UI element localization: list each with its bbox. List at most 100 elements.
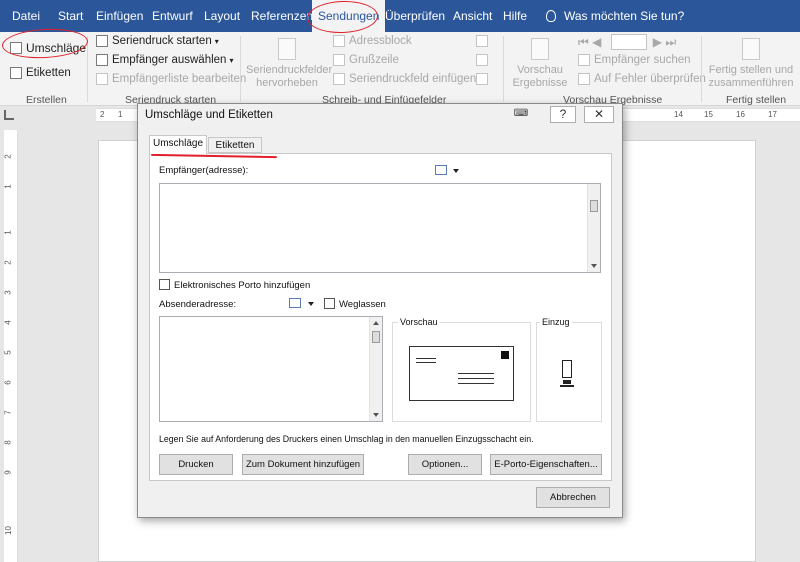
update-labels-button[interactable]	[476, 73, 492, 85]
ribbon: Umschläge Etiketten Erstellen Seriendruc…	[0, 32, 800, 106]
tab-etiketten[interactable]: Etiketten	[208, 137, 262, 153]
chevron-down-icon: ▾	[229, 55, 234, 65]
ruler-number: 15	[704, 110, 713, 119]
scrollbar[interactable]	[587, 184, 600, 272]
fehler-pruefen-button[interactable]: Auf Fehler überprüfen	[578, 73, 706, 85]
labels-icon	[10, 67, 22, 79]
ruler-number: 14	[674, 110, 683, 119]
optionen-button[interactable]: Optionen...	[408, 454, 482, 475]
address-block-icon	[333, 35, 345, 47]
feed-method-icon[interactable]	[560, 360, 574, 388]
scroll-thumb[interactable]	[590, 200, 598, 212]
empfaengerliste-bearbeiten-button[interactable]: Empfängerliste bearbeiten	[96, 73, 246, 85]
chevron-down-icon[interactable]	[308, 302, 314, 306]
tab-entwurf[interactable]: Entwurf	[152, 0, 193, 32]
match-fields-button[interactable]	[476, 54, 492, 66]
insert-field-icon	[333, 73, 345, 85]
empfaenger-input[interactable]	[159, 183, 601, 273]
tab-layout[interactable]: Layout	[204, 0, 240, 32]
umschlaege-etiketten-dialog: Umschläge und Etiketten ⌨ ? ✕ Umschläge …	[137, 103, 623, 518]
hervorheben-label-2: hervorheben	[256, 77, 318, 89]
fertig-stellen-button[interactable]: Fertig stellen und zusammenführen	[705, 36, 797, 90]
scroll-thumb[interactable]	[372, 331, 380, 343]
ruler-number: 2	[100, 110, 105, 119]
tell-me-text: Was möchten Sie tun?	[564, 9, 685, 23]
porto-checkbox[interactable]	[159, 279, 170, 290]
weglassen-checkbox[interactable]	[324, 298, 335, 309]
weglassen-label: Weglassen	[339, 299, 386, 310]
address-book-icon[interactable]	[435, 165, 447, 175]
tell-me-search[interactable]: Was möchten Sie tun?	[546, 0, 684, 32]
ruler-number: 1	[3, 184, 13, 189]
ruler-number: 2	[3, 260, 13, 265]
keyboard-icon[interactable]: ⌨	[510, 106, 532, 123]
close-button[interactable]: ✕	[584, 106, 614, 123]
envelope-preview[interactable]	[409, 346, 514, 401]
empfaenger-auswaehlen-button[interactable]: Empfänger auswählen ▾	[96, 54, 233, 66]
scroll-up-icon[interactable]	[373, 321, 379, 325]
vertical-ruler[interactable]: 2 1 1 2 3 4 5 6 7 8 9 10	[4, 130, 18, 562]
dialog-title: Umschläge und Etiketten	[145, 109, 273, 121]
next-record-icon[interactable]: ▶	[653, 35, 662, 49]
tab-hilfe[interactable]: Hilfe	[503, 0, 527, 32]
grusszeile-button[interactable]: Grußzeile	[333, 54, 399, 66]
prev-record-icon[interactable]: ◀	[592, 35, 601, 49]
match-fields-icon	[476, 54, 488, 66]
absender-input[interactable]	[159, 316, 383, 422]
ruler-number: 16	[736, 110, 745, 119]
rules-button[interactable]	[476, 35, 492, 47]
feed-arrow-icon	[563, 380, 571, 384]
sender-line	[416, 358, 436, 359]
vorschau-ergebnisse-button[interactable]: Vorschau Ergebnisse	[510, 36, 570, 90]
empfaenger-suchen-label: Empfänger suchen	[594, 54, 691, 66]
ruler-number: 6	[3, 380, 13, 385]
scroll-down-icon[interactable]	[373, 413, 379, 417]
tab-ansicht[interactable]: Ansicht	[453, 0, 492, 32]
tab-umschlaege[interactable]: Umschläge	[149, 135, 207, 154]
etiketten-label: Etiketten	[26, 67, 71, 79]
seriendruckfeld-einfuegen-button[interactable]: Seriendruckfeld einfügen▾	[333, 73, 483, 85]
ruler-number: 3	[3, 290, 13, 295]
feed-envelope-icon	[562, 360, 572, 378]
address-book-icon[interactable]	[289, 298, 301, 308]
help-button[interactable]: ?	[550, 106, 576, 123]
adressblock-label: Adressblock	[349, 35, 412, 47]
grusszeile-label: Grußzeile	[349, 54, 399, 66]
group-label-fertig: Fertig stellen	[726, 94, 787, 106]
adressblock-button[interactable]: Adressblock	[333, 35, 412, 47]
tab-datei[interactable]: Datei	[12, 0, 40, 32]
seriendruck-starten-label: Seriendruck starten	[112, 35, 212, 47]
tab-einfuegen[interactable]: Einfügen	[96, 0, 143, 32]
einzug-label: Einzug	[540, 317, 572, 327]
absender-label: Absenderadresse:	[159, 299, 237, 310]
tab-start[interactable]: Start	[58, 0, 83, 32]
zum-dokument-button[interactable]: Zum Dokument hinzufügen	[242, 454, 364, 475]
seriendruck-starten-button[interactable]: Seriendruck starten ▾	[96, 35, 219, 47]
feed-tray-icon	[560, 385, 574, 387]
fertig-label-1: Fertig stellen und	[708, 64, 794, 76]
preview-icon	[531, 38, 549, 60]
tab-ueberpruefen[interactable]: Überprüfen	[385, 0, 445, 32]
ruler-number: 1	[118, 110, 123, 119]
drucken-button[interactable]: Drucken	[159, 454, 233, 475]
abbrechen-button[interactable]: Abbrechen	[536, 487, 610, 508]
record-navigation: ⏮ ◀ ▶ ⏭	[578, 34, 676, 50]
lightbulb-icon	[546, 10, 556, 22]
record-number-input[interactable]	[610, 34, 647, 50]
chevron-down-icon[interactable]	[453, 169, 459, 173]
hervorheben-label-1: Seriendruckfelder	[246, 64, 333, 76]
seriendruckfelder-hervorheben-button[interactable]: Seriendruckfelder hervorheben	[246, 36, 333, 90]
scrollbar[interactable]	[369, 317, 382, 421]
tab-referenzen[interactable]: Referenzen	[251, 0, 313, 32]
last-record-icon[interactable]: ⏭	[665, 35, 676, 50]
tab-selector[interactable]	[4, 110, 14, 120]
mail-merge-icon	[96, 35, 108, 47]
empfaenger-suchen-button[interactable]: Empfänger suchen	[578, 54, 691, 66]
etiketten-button[interactable]: Etiketten	[10, 67, 71, 79]
first-record-icon[interactable]: ⏮	[578, 35, 589, 50]
scroll-down-icon[interactable]	[591, 264, 597, 268]
stamp-icon	[501, 351, 509, 359]
check-errors-icon	[578, 73, 590, 85]
group-label-erstellen: Erstellen	[26, 94, 67, 106]
eporto-button[interactable]: E-Porto-Eigenschaften...	[490, 454, 602, 475]
